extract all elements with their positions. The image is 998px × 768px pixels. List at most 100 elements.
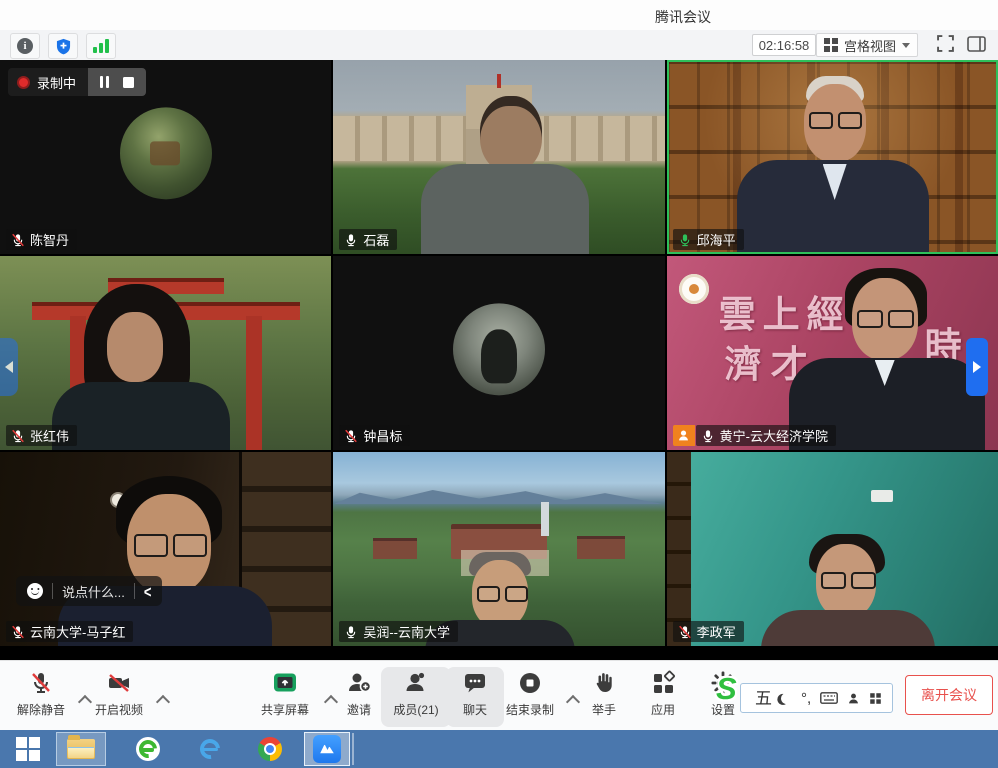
taskbar-tencent-meeting[interactable] xyxy=(304,732,350,766)
apps-button[interactable]: 应用 xyxy=(640,667,686,727)
chevron-left-icon xyxy=(5,361,13,373)
chat-button[interactable]: 聊天 xyxy=(446,667,504,727)
mic-speaking-icon xyxy=(678,233,692,247)
chevron-right-icon xyxy=(973,361,981,373)
video-feed xyxy=(333,60,664,254)
participant-nametag: 张红伟 xyxy=(6,425,77,446)
video-menu-chevron[interactable] xyxy=(156,695,170,709)
previous-page-arrow[interactable] xyxy=(0,338,18,396)
sogou-ime-bar[interactable]: 五 °, xyxy=(740,683,893,713)
leave-meeting-button[interactable]: 离开会议 xyxy=(905,675,993,715)
video-tile-shilei[interactable]: 石磊 xyxy=(333,60,664,254)
unmute-button[interactable]: 解除静音 xyxy=(8,667,74,727)
info-icon: i xyxy=(17,38,33,54)
recording-menu-chevron[interactable] xyxy=(566,695,580,709)
start-button[interactable] xyxy=(6,732,50,766)
video-tile-zhanghongwei[interactable]: 张红伟 xyxy=(0,256,331,450)
members-icon xyxy=(403,670,429,696)
participant-nametag: 黄宁-云大经济学院 xyxy=(673,425,836,446)
recording-indicator: 录制中 xyxy=(8,68,146,96)
ime-toolbox-icon[interactable] xyxy=(869,692,882,705)
video-stage: 陈智丹 石磊 xyxy=(0,60,998,660)
security-shield-icon xyxy=(56,38,71,55)
network-quality-button[interactable] xyxy=(86,33,116,59)
ime-person-icon[interactable] xyxy=(847,692,860,705)
mic-muted-icon xyxy=(11,233,25,247)
invite-person-icon xyxy=(346,670,372,696)
next-page-arrow[interactable] xyxy=(966,338,988,396)
meeting-info-button[interactable]: i xyxy=(10,33,40,59)
side-panel-button[interactable] xyxy=(967,36,986,57)
participant-nametag: 云南大学-马子红 xyxy=(6,621,133,642)
video-feed xyxy=(0,452,331,646)
video-feed xyxy=(667,60,998,254)
school-logo-center xyxy=(689,284,699,294)
fullscreen-button[interactable] xyxy=(937,35,954,57)
start-video-button[interactable]: 开启视频 xyxy=(86,667,152,727)
person-glasses xyxy=(821,572,876,589)
participant-name: 云南大学-马子红 xyxy=(30,622,125,641)
video-tile-lizhengjun[interactable]: 李政军 xyxy=(667,452,998,646)
video-tile-mazihong[interactable]: 说点什么... < 云南大学-马子红 xyxy=(0,452,331,646)
punctuation-mode[interactable]: °, xyxy=(801,691,811,706)
mic-muted-icon xyxy=(11,625,25,639)
taskbar-separator xyxy=(352,733,354,765)
invite-button[interactable]: 邀请 xyxy=(336,667,382,727)
end-recording-button[interactable]: 结束录制 xyxy=(498,667,562,727)
pause-recording-icon[interactable] xyxy=(100,76,109,88)
wall-switch xyxy=(871,490,893,502)
taskbar-internet-explorer[interactable] xyxy=(188,732,232,766)
campus-building xyxy=(577,536,625,559)
chat-input-placeholder[interactable]: 说点什么... xyxy=(62,582,125,601)
avatar xyxy=(453,303,545,395)
moon-mode-icon[interactable] xyxy=(780,691,794,705)
video-tile-zhongchangbiao[interactable]: 钟昌标 xyxy=(333,256,664,450)
video-tile-wurun[interactable]: 吴润--云南大学 xyxy=(333,452,664,646)
raise-hand-button[interactable]: 举手 xyxy=(580,667,628,727)
stop-recording-icon[interactable] xyxy=(123,77,134,88)
meeting-controls-bar: 解除静音 开启视频 共享屏幕 邀请 成员(21) 聊天 结束录制 xyxy=(0,660,998,731)
taskbar-360-browser[interactable] xyxy=(126,732,170,766)
network-signal-icon xyxy=(93,39,109,53)
raise-hand-icon xyxy=(591,670,617,696)
video-feed xyxy=(333,452,664,646)
ime-mode-chinese[interactable]: 五 xyxy=(755,690,772,707)
emoji-icon[interactable] xyxy=(27,583,43,599)
sogou-ime-logo[interactable]: S xyxy=(716,673,737,704)
mic-muted-icon xyxy=(28,670,54,696)
video-grid: 陈智丹 石磊 xyxy=(0,60,998,646)
host-badge-icon xyxy=(673,425,695,446)
participant-nametag: 吴润--云南大学 xyxy=(339,621,458,642)
mic-muted-icon xyxy=(344,429,358,443)
video-tile-qiuhaiping[interactable]: 邱海平 xyxy=(667,60,998,254)
video-feed: 雲上經 濟才 時 xyxy=(667,256,998,450)
layout-view-button[interactable]: 宫格视图 xyxy=(816,33,918,57)
mic-on-icon xyxy=(344,233,358,247)
collapse-chevron-icon[interactable]: < xyxy=(144,581,152,601)
meeting-security-button[interactable] xyxy=(48,33,78,59)
meeting-timer: 02:16:58 xyxy=(752,34,816,56)
share-screen-button[interactable]: 共享屏幕 xyxy=(250,667,320,727)
taskbar-chrome[interactable] xyxy=(248,732,292,766)
participant-name: 李政军 xyxy=(697,622,736,641)
video-tile-huangning[interactable]: 雲上經 濟才 時 黄宁-云大经济学院 xyxy=(667,256,998,450)
gate-pillar-right xyxy=(246,316,262,450)
participant-name: 钟昌标 xyxy=(363,426,402,445)
chat-bubble-icon xyxy=(462,670,488,696)
video-feed xyxy=(0,256,331,450)
share-screen-icon xyxy=(272,670,298,696)
mic-on-icon xyxy=(344,625,358,639)
person-body xyxy=(52,382,230,450)
person-glasses xyxy=(477,586,528,602)
participant-nametag: 邱海平 xyxy=(673,229,744,250)
members-button[interactable]: 成员(21) xyxy=(381,667,451,727)
chat-quick-input[interactable]: 说点什么... < xyxy=(16,576,162,606)
browser-360-icon xyxy=(136,737,160,761)
taskbar-file-explorer[interactable] xyxy=(56,732,106,766)
internet-explorer-icon xyxy=(197,736,223,762)
recording-status-label: 录制中 xyxy=(37,73,76,92)
mic-muted-icon xyxy=(678,625,692,639)
tencent-meeting-icon xyxy=(313,735,341,763)
soft-keyboard-icon[interactable] xyxy=(820,692,838,704)
window-title: 腾讯会议 xyxy=(655,7,711,27)
